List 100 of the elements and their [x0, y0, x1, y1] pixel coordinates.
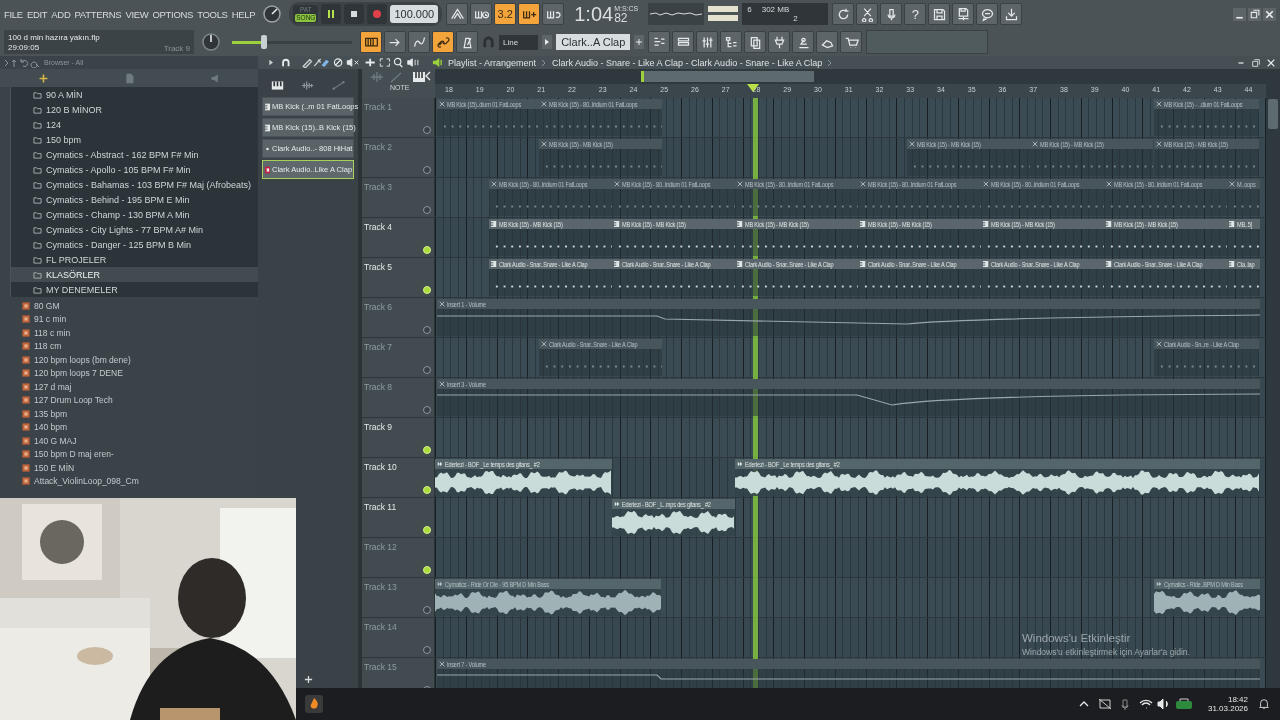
plus-icon[interactable]: [37, 72, 49, 84]
menu-item[interactable]: VIEW: [125, 8, 149, 20]
waveform-icon[interactable]: [301, 79, 315, 91]
browser-entry[interactable]: 80 GM: [22, 299, 258, 313]
folder-item[interactable]: Cymatics - Behind - 195 BPM E Min: [11, 192, 258, 207]
folder-item[interactable]: 124: [11, 117, 258, 132]
track-led[interactable]: [423, 366, 431, 374]
curve-button[interactable]: [408, 31, 430, 53]
folder-item[interactable]: MY DENEMELER: [11, 282, 258, 297]
save-button[interactable]: [928, 3, 951, 25]
link-button[interactable]: [432, 31, 454, 53]
metronome-button[interactable]: [456, 31, 478, 53]
plug-button[interactable]: [768, 31, 791, 53]
folder-item[interactable]: Cymatics - Abstract - 162 BPM F# Min: [11, 147, 258, 162]
browser-entry[interactable]: 118 c min: [22, 326, 258, 340]
comb-loop-button[interactable]: [542, 3, 565, 25]
app-icon[interactable]: [304, 694, 324, 714]
speaker-icon[interactable]: [432, 57, 443, 68]
menu-item[interactable]: FILE: [4, 8, 23, 20]
track-header[interactable]: Track 10: [362, 458, 435, 497]
plus-icon[interactable]: [634, 34, 645, 50]
folder-item[interactable]: 90 A MİN: [11, 87, 258, 102]
download-button[interactable]: [1000, 3, 1023, 25]
hand-button[interactable]: [816, 31, 839, 53]
figure-button[interactable]: [792, 31, 815, 53]
save-split-button[interactable]: [952, 3, 975, 25]
chat-button[interactable]: [976, 3, 999, 25]
pause-button[interactable]: [321, 4, 342, 24]
track-header[interactable]: Track 11: [362, 498, 435, 537]
folder-item[interactable]: Cymatics - Champ - 130 BPM A Min: [11, 207, 258, 222]
chevron-left-icon[interactable]: [423, 70, 433, 82]
browser-entry[interactable]: 118 cm: [22, 339, 258, 353]
peak-button[interactable]: [446, 3, 469, 25]
browser-entry[interactable]: 140 G MAJ: [22, 434, 258, 448]
scissors-button[interactable]: [856, 3, 879, 25]
snap-dropdown[interactable]: Line: [499, 34, 539, 50]
close-icon[interactable]: [1266, 57, 1276, 68]
menu-item[interactable]: OPTIONS: [152, 8, 194, 20]
tree-button[interactable]: [720, 31, 743, 53]
knob-icon[interactable]: [261, 3, 284, 25]
track-header[interactable]: Track 7: [362, 338, 435, 377]
clock-time[interactable]: 18:42: [1227, 695, 1248, 704]
track-led[interactable]: [423, 206, 431, 214]
track-header[interactable]: Track 2: [362, 138, 435, 177]
folder-item[interactable]: Cymatics - City Lights - 77 BPM A# Min: [11, 222, 258, 237]
close-icon[interactable]: [1263, 7, 1276, 21]
minimize-icon[interactable]: [1233, 7, 1246, 21]
track-header[interactable]: Track 4: [362, 218, 435, 257]
menu-item[interactable]: ADD: [51, 8, 71, 20]
typing-button[interactable]: 3.2: [494, 3, 517, 25]
cart-button[interactable]: [840, 31, 863, 53]
folder-item[interactable]: KLASÖRLER: [11, 267, 258, 282]
track-header[interactable]: Track 12: [362, 538, 435, 577]
comb-button[interactable]: [360, 31, 382, 53]
track-led[interactable]: [423, 606, 431, 614]
notification-icon[interactable]: [1258, 698, 1270, 710]
piano-icon[interactable]: [270, 79, 284, 91]
scrollbar[interactable]: [1266, 69, 1280, 688]
slider-thumb[interactable]: [261, 35, 268, 49]
track-header[interactable]: Track 14: [362, 618, 435, 657]
comb-clock-button[interactable]: [470, 3, 493, 25]
browser-entry[interactable]: 150 E MİN: [22, 461, 258, 475]
menu-item[interactable]: HELP: [231, 8, 256, 20]
browser-entry[interactable]: 91 c min: [22, 312, 258, 326]
plus-icon[interactable]: [304, 675, 313, 684]
track-header[interactable]: Track 15: [362, 658, 435, 688]
help-button[interactable]: ?: [904, 3, 927, 25]
browser-entry[interactable]: 127 d maj: [22, 380, 258, 394]
track-led[interactable]: [423, 166, 431, 174]
browser-entry[interactable]: Attack_ViolinLoop_098_Cm: [22, 474, 258, 488]
clock-date[interactable]: 31.03.2026: [1207, 704, 1248, 713]
menu-item[interactable]: TOOLS: [197, 8, 228, 20]
folder-item[interactable]: FL PROJELER: [11, 252, 258, 267]
menu-item[interactable]: PATTERNS: [74, 8, 122, 20]
folder-item[interactable]: Cymatics - Apollo - 105 BPM F# Min: [11, 162, 258, 177]
track-led[interactable]: [423, 326, 431, 334]
restore-icon[interactable]: [1248, 7, 1261, 21]
stop-button[interactable]: [344, 4, 365, 24]
track-header[interactable]: Track 9: [362, 418, 435, 457]
track-led[interactable]: [423, 406, 431, 414]
arrow-button[interactable]: [384, 31, 406, 53]
refresh-button[interactable]: [832, 3, 855, 25]
folder-item[interactable]: Cymatics - Bahamas - 103 BPM F# Maj (Afrobeats): [11, 177, 258, 192]
knob-icon[interactable]: [200, 31, 222, 53]
folder-item[interactable]: Cymatics - Danger - 125 BPM B Min: [11, 237, 258, 252]
track-led[interactable]: [423, 126, 431, 134]
browser-entry[interactable]: 150 bpm D maj eren-: [22, 447, 258, 461]
track-header[interactable]: Track 13: [362, 578, 435, 617]
browser-entry[interactable]: 120 bpm loops 7 DENE: [22, 366, 258, 380]
restore-icon[interactable]: [1251, 57, 1261, 68]
track-header[interactable]: Track 3: [362, 178, 435, 217]
comb-plus-button[interactable]: [518, 3, 541, 25]
navigation-icons[interactable]: [4, 57, 40, 68]
tempo-field[interactable]: 100.000: [390, 5, 439, 23]
pattern-selector[interactable]: Clark..A Clap: [556, 34, 631, 50]
mixer-button[interactable]: [696, 31, 719, 53]
list-button[interactable]: [672, 31, 695, 53]
track-header[interactable]: Track 6: [362, 298, 435, 337]
browser-entry[interactable]: 127 Drum Loop Tech: [22, 393, 258, 407]
microphone-button[interactable]: [880, 3, 903, 25]
